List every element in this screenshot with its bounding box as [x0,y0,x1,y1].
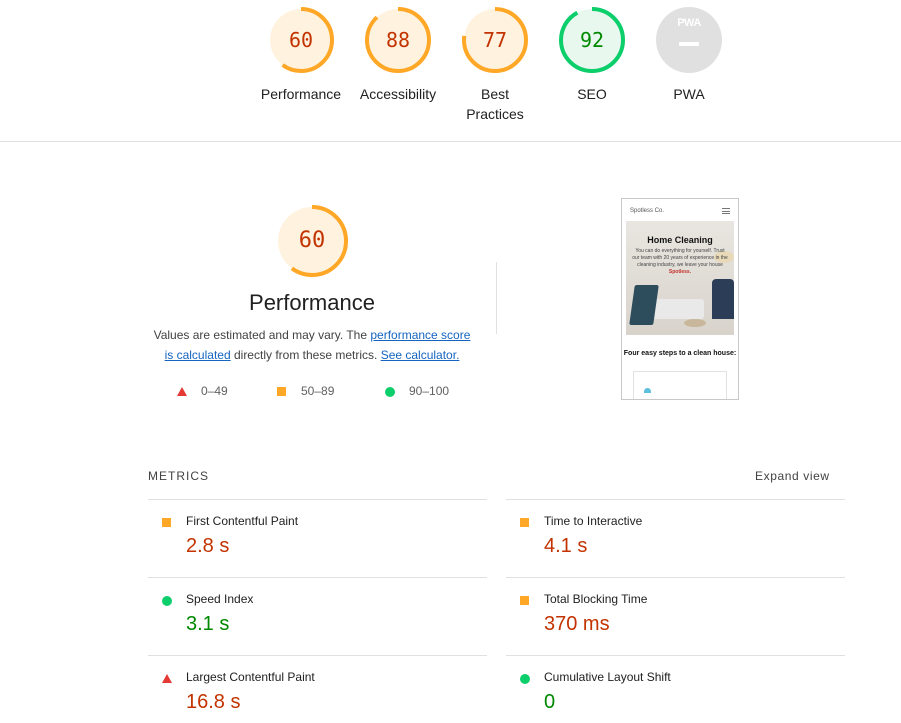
performance-description: Values are estimated and may vary. The p… [148,325,476,365]
performance-score: 60 [298,228,326,253]
square-orange-icon [277,387,286,396]
circle-green-icon [385,387,395,397]
legend-range: 90–100 [409,384,450,398]
legend-range: 0–49 [201,384,228,398]
category-gauges: 60 Performance 88 Accessibility 77 Best … [0,0,901,142]
performance-score-link-cont[interactable]: is calculated [165,348,231,362]
step-icon [644,388,651,393]
metric-name: Total Blocking Time [544,592,648,606]
metric-cumulative-layout-shift[interactable]: Cumulative Layout Shift 0 [506,655,845,723]
gauge-label: Accessibility [359,86,437,102]
gauge-performance[interactable]: 60 Performance [251,7,351,104]
metric-value: 4.1 s [544,535,588,557]
hamburger-icon [722,208,730,214]
gauge-label: PWA [673,86,705,102]
square-orange-icon [520,596,529,605]
pwa-badge-icon: PWA [656,7,722,73]
metric-name: Largest Contentful Paint [186,670,315,684]
expand-view-toggle[interactable]: Expand view [755,469,830,483]
metric-value: 2.8 s [186,535,230,557]
desc-middle: directly from these metrics. [230,348,381,362]
metric-name: Time to Interactive [544,514,643,528]
thumb-step-card [633,371,727,399]
metric-time-to-interactive[interactable]: Time to Interactive 4.1 s [506,499,845,577]
pouf-shape [684,319,706,327]
triangle-red-icon [177,387,187,396]
thumb-hero-body: You can do everything for yourself. Trus… [632,248,728,268]
gauge-accessibility[interactable]: 88 Accessibility [348,7,448,104]
thumb-hero-image: Home Cleaning You can do everything for … [626,221,734,335]
gauge-label-line1: Best [480,86,509,102]
legend-range: 50–89 [301,384,335,398]
gauge-seo[interactable]: 92 SEO [542,7,642,104]
metric-name: First Contentful Paint [186,514,299,528]
gauge-pwa[interactable]: PWA PWA [639,7,739,104]
vertical-divider [496,262,497,334]
gauge-score: 60 [288,28,314,52]
thumb-brand: Spotless Co. [630,208,665,214]
metric-largest-contentful-paint[interactable]: Largest Contentful Paint 16.8 s [148,655,487,723]
metric-speed-index[interactable]: Speed Index 3.1 s [148,577,487,655]
metric-first-contentful-paint[interactable]: First Contentful Paint 2.8 s [148,499,487,577]
thumb-hero-emph: Spotless. [668,269,692,275]
gauge-label-line2: Practices [466,106,524,122]
performance-score-gauge: 60 [275,204,349,278]
score-legend: 0–49 50–89 90–100 [148,382,476,400]
metric-value: 3.1 s [186,613,230,635]
metric-value: 0 [544,691,556,713]
desc-prefix: Values are estimated and may vary. The [153,328,371,342]
pwa-badge-text: PWA [677,17,701,29]
thumb-hero-title: Home Cleaning [647,235,713,245]
metric-total-blocking-time[interactable]: Total Blocking Time 370 ms [506,577,845,655]
gauge-label: Best Practices [445,84,545,124]
thumb-subheading: Four easy steps to a clean house: [623,350,737,357]
gauge-label: SEO [577,86,607,102]
gauge-score: 77 [482,28,508,52]
metric-value: 370 ms [544,613,610,635]
performance-score-link[interactable]: performance score [370,328,470,342]
gauge-score: 92 [579,28,605,52]
armchair-shape [712,279,734,319]
circle-green-icon [520,674,530,684]
metrics-heading: METRICS [148,469,209,483]
circle-green-icon [162,596,172,606]
square-orange-icon [520,518,529,527]
final-screenshot-thumbnail[interactable]: Spotless Co. Home Cleaning You can do ev… [621,198,739,400]
gauge-score: 88 [385,28,411,52]
gauge-best-practices[interactable]: 77 Best Practices [445,7,545,124]
metric-name: Cumulative Layout Shift [544,670,671,684]
metric-name: Speed Index [186,592,254,606]
performance-title: Performance [249,290,375,315]
blanket-shape [629,285,659,325]
see-calculator-link[interactable]: See calculator. [381,348,460,362]
thumb-navbar: Spotless Co. [622,205,738,219]
gauge-label: Performance [260,86,342,102]
square-orange-icon [162,518,171,527]
metric-value: 16.8 s [186,691,241,713]
pwa-dash-icon [679,42,699,46]
thumb-hero-text: You can do everything for yourself. Trus… [632,248,728,276]
triangle-red-icon [162,674,172,683]
